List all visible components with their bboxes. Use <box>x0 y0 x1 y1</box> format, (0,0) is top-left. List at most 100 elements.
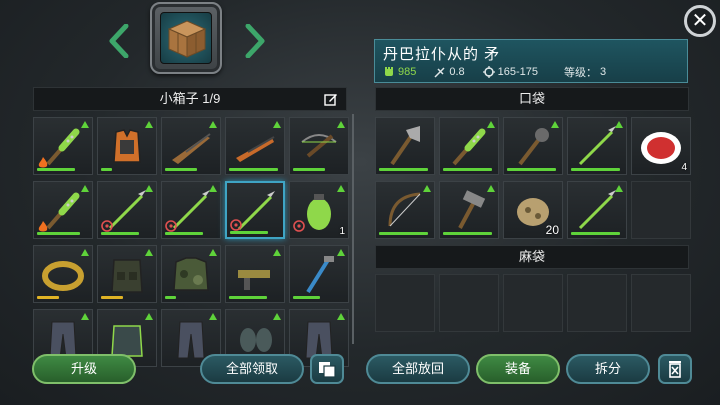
durability-bar <box>571 232 620 235</box>
container-slot[interactable] <box>97 245 157 303</box>
upgrade-arrow-icon <box>337 313 345 320</box>
upgrade-arrow-icon <box>145 249 153 256</box>
bag-slot[interactable] <box>503 274 563 332</box>
container-slot[interactable] <box>97 117 157 175</box>
upgrade-arrow-icon <box>209 313 217 320</box>
durability-bar <box>165 168 197 171</box>
upgrade-arrow-icon <box>337 121 345 128</box>
durability-bar <box>571 168 620 171</box>
bow-icon <box>388 192 421 227</box>
crossbow-icon <box>301 134 337 158</box>
upgrade-arrow-icon <box>337 249 345 256</box>
container-slot[interactable]: 1 <box>289 181 349 239</box>
durability-bar <box>229 296 267 299</box>
container-slot[interactable] <box>161 181 221 239</box>
pipe-wrench-icon <box>306 256 334 294</box>
durability-bar <box>101 168 112 171</box>
belt-icon <box>42 261 84 291</box>
axe-icon <box>390 126 420 166</box>
bag-title: 麻袋 <box>518 249 545 264</box>
smg-icon <box>238 270 270 290</box>
pocket-slot[interactable]: 4 <box>631 117 691 175</box>
upgrade-arrow-icon <box>487 121 495 128</box>
pocket-slot[interactable] <box>439 117 499 175</box>
upgrade-arrow-icon <box>337 185 345 192</box>
upgrade-arrow-icon <box>615 121 623 128</box>
equip-button[interactable]: 装备 <box>476 354 560 384</box>
edit-icon[interactable] <box>324 92 338 106</box>
container-slot[interactable] <box>33 117 93 175</box>
upgrade-arrow-icon <box>81 313 89 320</box>
bag-slot[interactable] <box>375 274 435 332</box>
upgrade-arrow-icon <box>209 249 217 256</box>
container-slot[interactable] <box>289 245 349 303</box>
speed-value: 0.8 <box>449 66 465 78</box>
bag-slot[interactable] <box>631 274 691 332</box>
mace-icon <box>518 128 549 166</box>
chevron-left-icon[interactable] <box>108 23 130 59</box>
container-slot[interactable] <box>225 245 285 303</box>
split-button[interactable]: 拆分 <box>566 354 650 384</box>
pocket-slot[interactable]: 20 <box>503 181 563 239</box>
container-slot[interactable] <box>33 245 93 303</box>
container-slot[interactable] <box>33 181 93 239</box>
trash-button[interactable] <box>658 354 692 384</box>
fire-icon <box>38 157 48 168</box>
durability-bar <box>443 168 492 171</box>
upgrade-arrow-icon <box>273 121 281 128</box>
close-button[interactable]: ✕ <box>684 5 716 37</box>
damage-stat: 165-175 <box>482 66 538 78</box>
return-all-button[interactable]: 全部放回 <box>366 354 470 384</box>
durability-bar <box>37 232 80 235</box>
durability-bar <box>379 232 428 235</box>
stack-button[interactable] <box>310 354 344 384</box>
upgrade-arrow-icon <box>145 121 153 128</box>
container-slot[interactable] <box>97 181 157 239</box>
container-slot[interactable] <box>225 181 285 239</box>
biohazard-icon <box>293 220 305 232</box>
container-title: 小箱子 1/9 <box>159 91 221 106</box>
container-slot[interactable] <box>225 117 285 175</box>
pocket-slot[interactable] <box>503 117 563 175</box>
spear-icon <box>578 126 616 166</box>
panel-divider <box>352 114 354 344</box>
bag-slot[interactable] <box>439 274 499 332</box>
biohazard-icon <box>101 220 113 232</box>
item-info-panel: 丹巴拉仆从的 矛 985 0.8 165-175 等级： 3 <box>374 39 688 83</box>
pocket-header: 口袋 <box>375 87 689 111</box>
durability-bar <box>165 296 176 299</box>
spear-icon <box>578 190 616 230</box>
upgrade-arrow-icon <box>273 313 281 320</box>
upgrade-arrow-icon <box>551 121 559 128</box>
durability-bar <box>37 296 59 299</box>
pocket-slot[interactable] <box>375 117 435 175</box>
pocket-slot[interactable] <box>631 181 691 239</box>
upgrade-arrow-icon <box>145 313 153 320</box>
attack-speed-icon <box>434 67 445 78</box>
take-all-button[interactable]: 全部领取 <box>200 354 304 384</box>
bag-slot[interactable] <box>567 274 627 332</box>
pocket-slot[interactable] <box>567 181 627 239</box>
spiked-bat-icon <box>452 128 486 166</box>
orange-vest-icon <box>113 129 141 163</box>
trash-icon <box>669 361 681 378</box>
hammer-icon <box>458 190 486 229</box>
upgrade-button[interactable]: 升级 <box>32 354 136 384</box>
fist-icon <box>385 67 393 76</box>
pocket-slot[interactable] <box>375 181 435 239</box>
item-name: 丹巴拉仆从的 矛 <box>383 46 501 63</box>
pocket-slot[interactable] <box>567 117 627 175</box>
upgrade-arrow-icon <box>209 121 217 128</box>
container-slot[interactable] <box>161 245 221 303</box>
durability-bar <box>293 296 320 299</box>
fire-icon <box>38 221 48 232</box>
chevron-right-icon[interactable] <box>244 23 266 59</box>
container-slot[interactable] <box>289 117 349 175</box>
power-value: 985 <box>398 66 417 78</box>
wooden-crate-icon <box>160 12 212 64</box>
upgrade-arrow-icon <box>273 249 281 256</box>
pocket-title: 口袋 <box>518 91 545 106</box>
container-slot[interactable] <box>161 117 221 175</box>
container-selector[interactable] <box>150 2 222 74</box>
pocket-slot[interactable] <box>439 181 499 239</box>
